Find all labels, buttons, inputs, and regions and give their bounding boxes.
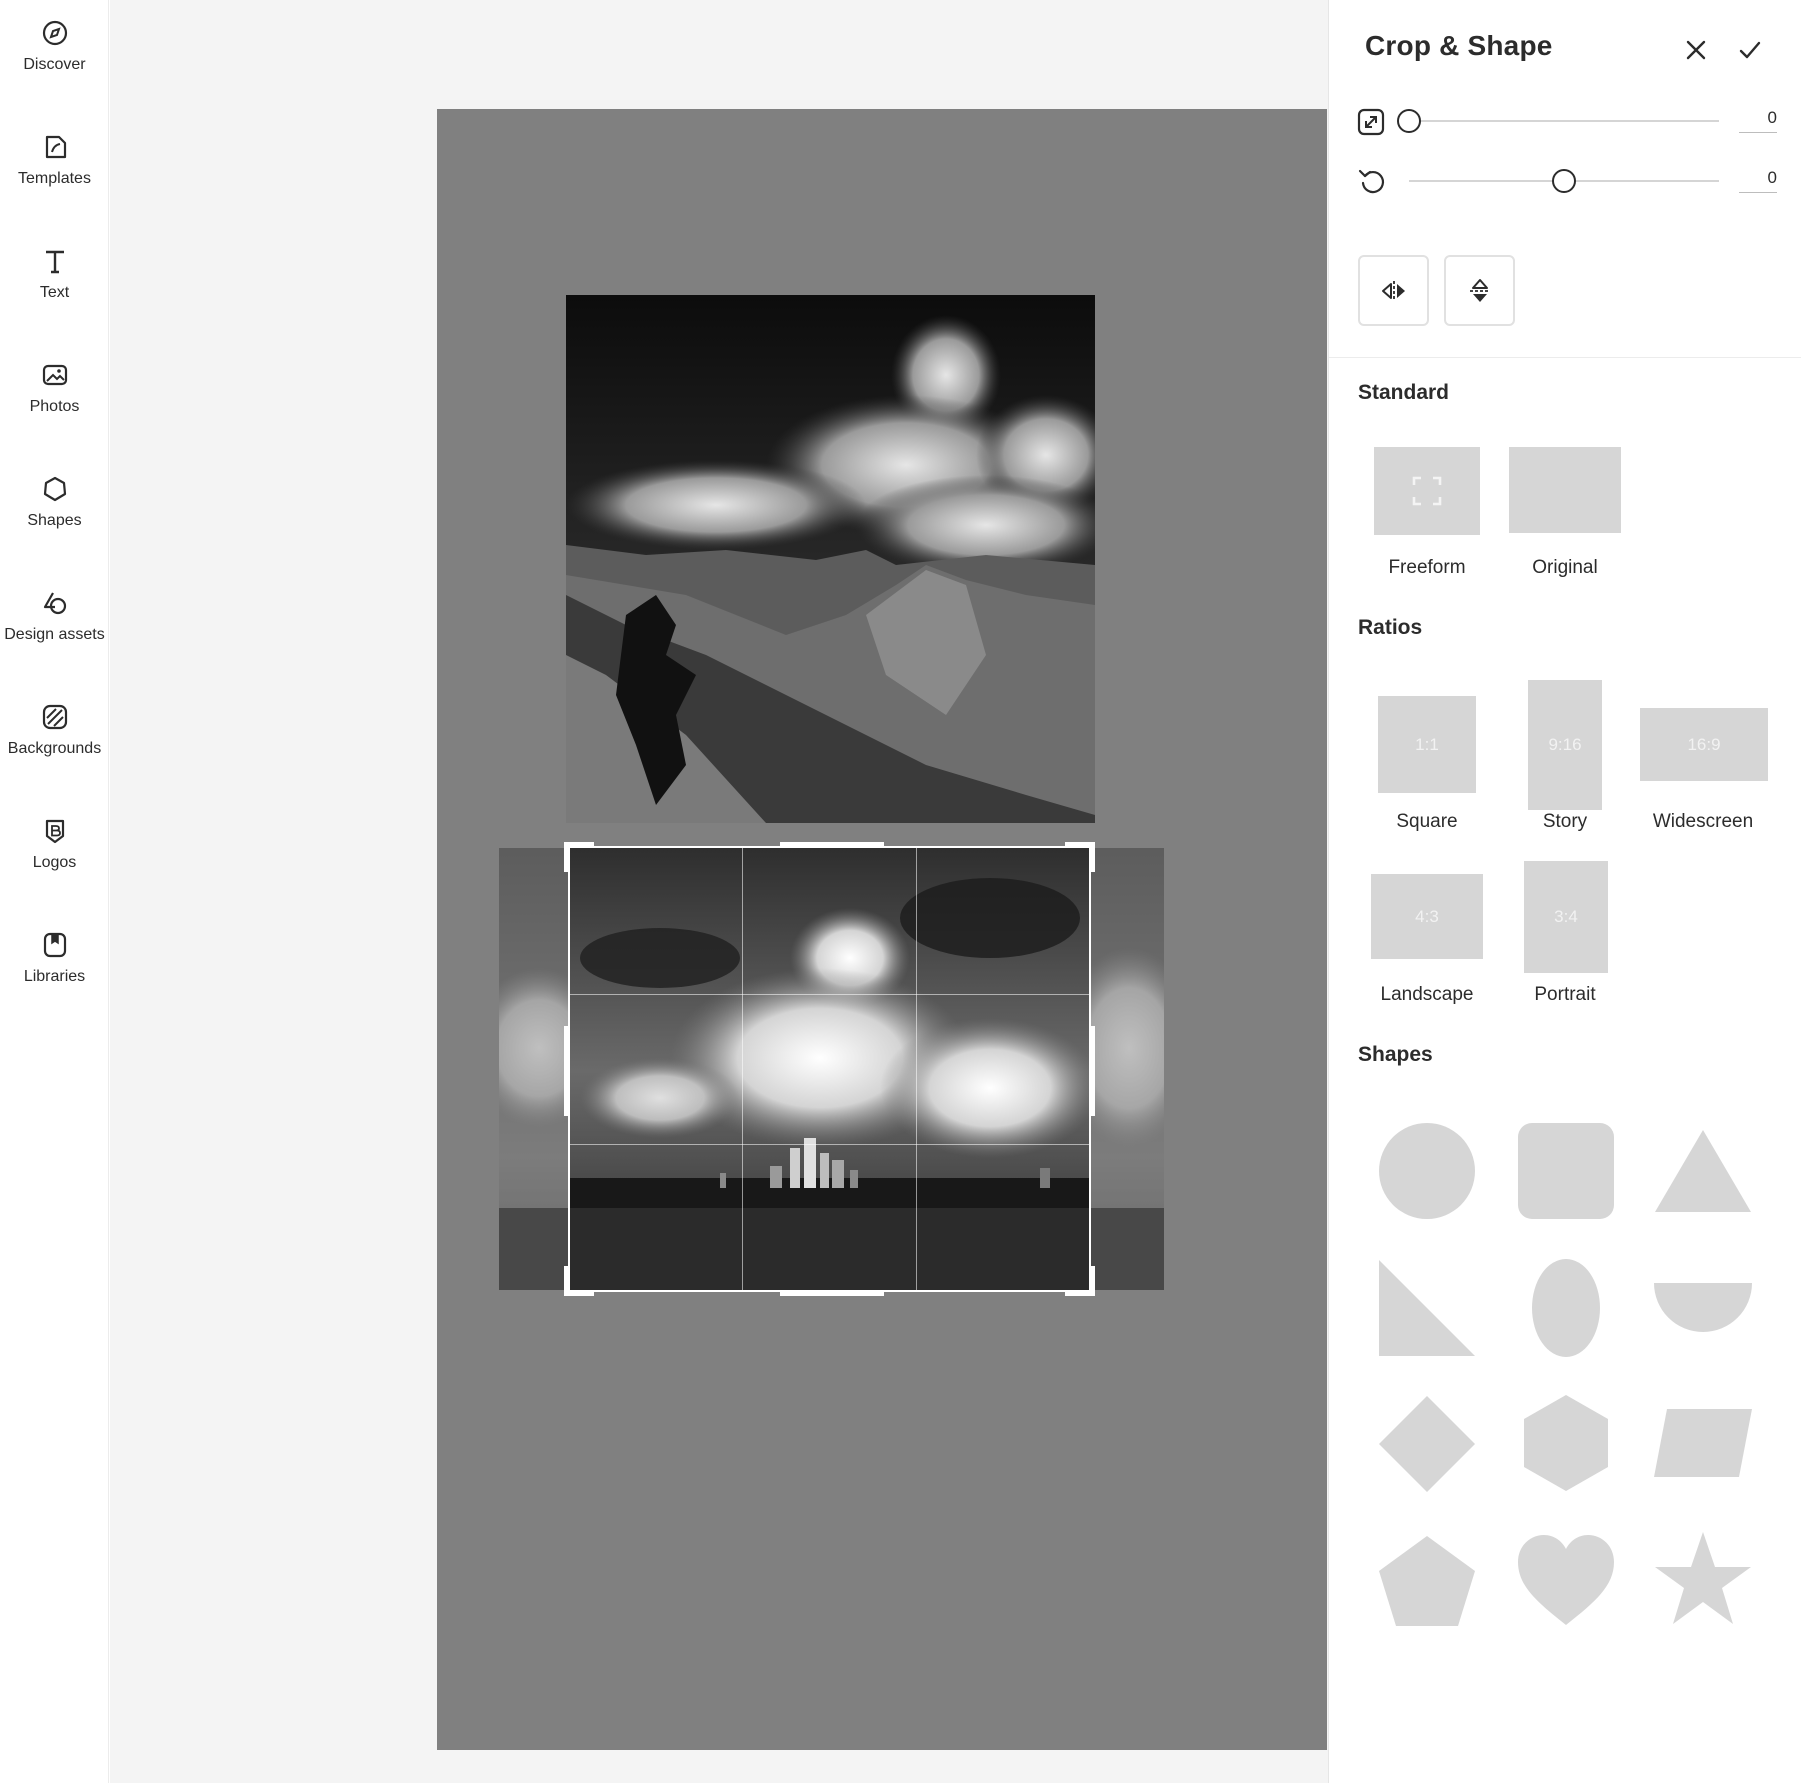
rotate-icon xyxy=(1357,166,1387,196)
rail-item-design-assets[interactable]: Design assets xyxy=(0,570,109,670)
rail-item-templates[interactable]: Templates xyxy=(0,114,109,214)
zoom-slider-track[interactable] xyxy=(1409,120,1719,122)
rail-label: Logos xyxy=(32,854,77,871)
libraries-icon xyxy=(40,930,70,960)
semicircle-shape-option[interactable] xyxy=(1653,1282,1753,1332)
left-rail: Discover Templates Text Photos Shapes De… xyxy=(0,0,109,1783)
discover-icon xyxy=(40,18,70,48)
hexagon-shape-option[interactable] xyxy=(1523,1394,1609,1492)
checkmark-icon xyxy=(1739,41,1761,59)
star-shape-option[interactable] xyxy=(1653,1530,1753,1626)
crop-handle-bottom-left[interactable] xyxy=(564,1266,570,1296)
diamond-shape-option[interactable] xyxy=(1378,1395,1476,1493)
rail-item-photos[interactable]: Photos xyxy=(0,342,109,442)
ratio-text: 3:4 xyxy=(1554,907,1578,926)
backgrounds-icon xyxy=(40,702,70,732)
mountain-photo[interactable] xyxy=(566,295,1095,823)
zoom-slider-thumb[interactable] xyxy=(1397,109,1421,133)
rail-label: Backgrounds xyxy=(7,740,102,757)
crop-handle-bottom-right[interactable] xyxy=(1089,1266,1095,1296)
crop-frame[interactable] xyxy=(564,842,1095,1296)
templates-icon xyxy=(40,132,70,162)
ellipse-shape-option[interactable] xyxy=(1531,1258,1601,1358)
rounded-square-shape-option[interactable] xyxy=(1517,1122,1615,1220)
shapes-icon xyxy=(40,474,70,504)
rail-label: Photos xyxy=(29,398,80,415)
crop-handle-right[interactable] xyxy=(1089,1026,1095,1116)
ratio-story-option[interactable]: 9:16 xyxy=(1528,680,1602,810)
city-photo-cropped xyxy=(570,848,1089,1290)
rail-label: Text xyxy=(39,284,70,301)
crop-handle-left[interactable] xyxy=(564,1026,570,1116)
confirm-button[interactable] xyxy=(1733,33,1767,67)
crop-grid-line xyxy=(916,848,917,1290)
ratio-portrait-label: Portrait xyxy=(1534,984,1596,1005)
ratio-text: 16:9 xyxy=(1687,734,1721,754)
triangle-shape-option[interactable] xyxy=(1653,1128,1753,1214)
parallelogram-shape-option[interactable] xyxy=(1653,1408,1753,1478)
crop-handle-bottom[interactable] xyxy=(780,1290,884,1296)
panel-title: Crop & Shape xyxy=(1365,30,1553,61)
rail-label: Shapes xyxy=(27,512,82,529)
ratio-story-label: Story xyxy=(1542,811,1588,832)
close-button[interactable] xyxy=(1679,33,1713,67)
flip-vertical-button[interactable] xyxy=(1444,255,1515,326)
ratio-landscape-label: Landscape xyxy=(1380,984,1474,1005)
rail-item-backgrounds[interactable]: Backgrounds xyxy=(0,684,109,784)
freeform-option[interactable] xyxy=(1374,447,1480,535)
rail-item-libraries[interactable]: Libraries xyxy=(0,912,109,1012)
freeform-icon xyxy=(1412,476,1442,506)
rail-item-text[interactable]: Text xyxy=(0,228,109,328)
rail-label: Libraries xyxy=(23,968,86,985)
logos-icon xyxy=(40,816,70,846)
rotate-slider-row: 0 xyxy=(1357,160,1777,200)
zoom-value[interactable]: 0 xyxy=(1739,108,1777,133)
ratio-square-option[interactable]: 1:1 xyxy=(1378,696,1476,793)
heart-shape-option[interactable] xyxy=(1517,1534,1615,1626)
ratio-text: 4:3 xyxy=(1415,906,1439,926)
rail-item-shapes[interactable]: Shapes xyxy=(0,456,109,556)
crop-grid-line xyxy=(570,994,1089,995)
crop-grid-line xyxy=(570,1144,1089,1145)
ratio-text: 1:1 xyxy=(1415,734,1439,754)
text-icon xyxy=(40,246,70,276)
ratio-widescreen-option[interactable]: 16:9 xyxy=(1640,708,1768,781)
panel-divider xyxy=(1329,357,1801,358)
close-icon xyxy=(1686,40,1706,60)
rail-item-logos[interactable]: Logos xyxy=(0,798,109,898)
photos-icon xyxy=(40,360,70,390)
rail-label: Design assets xyxy=(4,626,105,643)
freeform-label: Freeform xyxy=(1388,557,1466,578)
original-option[interactable] xyxy=(1509,447,1621,533)
rail-item-discover[interactable]: Discover xyxy=(0,0,109,100)
zoom-icon xyxy=(1357,108,1385,136)
flip-horizontal-button[interactable] xyxy=(1358,255,1429,326)
flip-vertical-icon xyxy=(1469,278,1490,302)
crop-shape-panel: Crop & Shape 0 0 Standard Freeform Origi… xyxy=(1328,0,1801,1783)
ratio-widescreen-label: Widescreen xyxy=(1652,811,1754,832)
rail-label: Discover xyxy=(23,56,86,73)
rail-label: Templates xyxy=(18,170,91,187)
shapes-section-title: Shapes xyxy=(1358,1043,1433,1066)
design-assets-icon xyxy=(40,588,70,618)
ratio-landscape-option[interactable]: 4:3 xyxy=(1371,874,1483,959)
zoom-slider-row: 0 xyxy=(1357,100,1777,140)
ratio-portrait-option[interactable]: 3:4 xyxy=(1524,861,1608,973)
ratios-section-title: Ratios xyxy=(1358,616,1423,639)
pentagon-shape-option[interactable] xyxy=(1378,1535,1476,1627)
rotate-value[interactable]: 0 xyxy=(1739,168,1777,193)
flip-horizontal-icon xyxy=(1381,280,1405,301)
crop-handle-top-right[interactable] xyxy=(1089,842,1095,872)
ratio-text: 9:16 xyxy=(1548,735,1582,754)
rotate-slider-thumb[interactable] xyxy=(1552,169,1576,193)
crop-grid-line xyxy=(742,848,743,1290)
original-label: Original xyxy=(1532,557,1598,578)
right-triangle-shape-option[interactable] xyxy=(1378,1259,1476,1357)
standard-section-title: Standard xyxy=(1358,381,1450,404)
crop-handle-top[interactable] xyxy=(780,842,884,848)
crop-handle-top-left[interactable] xyxy=(564,842,570,872)
ratio-square-label: Square xyxy=(1396,811,1458,832)
circle-shape-option[interactable] xyxy=(1378,1122,1476,1220)
